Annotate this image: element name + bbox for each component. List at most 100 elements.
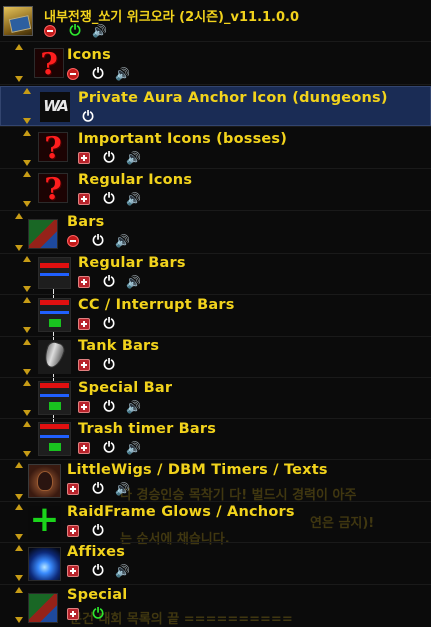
- power-icon[interactable]: ⏻: [92, 607, 104, 621]
- move-up-icon[interactable]: [23, 88, 31, 94]
- move-up-icon[interactable]: [15, 213, 23, 219]
- move-down-icon[interactable]: [15, 76, 23, 82]
- reorder-arrows[interactable]: [23, 88, 32, 124]
- power-icon[interactable]: ⏻: [103, 358, 115, 372]
- reorder-arrows[interactable]: [15, 587, 24, 623]
- speaker-icon[interactable]: 🔊: [126, 276, 141, 288]
- move-up-icon[interactable]: [23, 256, 31, 262]
- weakauras-logo-icon: WA: [40, 92, 70, 122]
- reorder-arrows[interactable]: [23, 130, 32, 166]
- speaker-icon[interactable]: 🔊: [126, 401, 141, 413]
- move-up-icon[interactable]: [15, 44, 23, 50]
- reorder-arrows[interactable]: [15, 462, 24, 500]
- speaker-icon[interactable]: 🔊: [126, 193, 141, 205]
- aura-row-raidframe-glows[interactable]: + RaidFrame Glows / Anchors ⏻: [0, 502, 431, 543]
- aura-row-special[interactable]: Special ⏻: [0, 585, 431, 626]
- power-icon[interactable]: ⏻: [92, 564, 104, 578]
- power-icon[interactable]: ⏻: [92, 234, 104, 248]
- speaker-icon[interactable]: 🔊: [115, 483, 130, 495]
- reorder-arrows[interactable]: [23, 380, 32, 416]
- move-down-icon[interactable]: [15, 575, 23, 581]
- move-up-icon[interactable]: [15, 504, 23, 510]
- aura-row-bars[interactable]: Bars ⏻ 🔊: [0, 211, 431, 254]
- expand-button[interactable]: [67, 483, 79, 495]
- expand-button[interactable]: [78, 152, 90, 164]
- reorder-arrows[interactable]: [15, 504, 24, 540]
- power-icon[interactable]: ⏻: [92, 67, 104, 81]
- power-icon[interactable]: ⏻: [103, 192, 115, 206]
- move-down-icon[interactable]: [23, 118, 31, 124]
- expand-button[interactable]: [67, 608, 79, 620]
- aura-row-regular-icons[interactable]: ? Regular Icons ⏻ 🔊: [0, 169, 431, 211]
- expand-button[interactable]: [78, 442, 90, 454]
- power-icon[interactable]: ⏻: [69, 24, 81, 38]
- aura-row-regular-bars[interactable]: Regular Bars ⏻ 🔊: [0, 254, 431, 295]
- expand-button[interactable]: [67, 565, 79, 577]
- move-down-icon[interactable]: [23, 451, 31, 457]
- move-down-icon[interactable]: [15, 494, 23, 500]
- reorder-arrows[interactable]: [23, 256, 32, 292]
- move-down-icon[interactable]: [23, 160, 31, 166]
- move-up-icon[interactable]: [15, 462, 23, 468]
- aura-row-trash-timer-bars[interactable]: Trash timer Bars ⏻ 🔊: [0, 419, 431, 460]
- speaker-icon[interactable]: 🔊: [115, 565, 130, 577]
- expand-button[interactable]: [78, 401, 90, 413]
- move-down-icon[interactable]: [23, 286, 31, 292]
- move-up-icon[interactable]: [23, 380, 31, 386]
- move-down-icon[interactable]: [23, 369, 31, 375]
- reorder-arrows[interactable]: [23, 297, 32, 333]
- reorder-arrows[interactable]: [15, 213, 24, 251]
- expand-button[interactable]: [78, 318, 90, 330]
- move-down-icon[interactable]: [23, 410, 31, 416]
- move-down-icon[interactable]: [15, 245, 23, 251]
- aura-row-icons[interactable]: ? Icons ⏻ 🔊: [0, 42, 431, 85]
- power-icon[interactable]: ⏻: [103, 400, 115, 414]
- move-down-icon[interactable]: [15, 534, 23, 540]
- move-up-icon[interactable]: [23, 297, 31, 303]
- aura-row-special-bar[interactable]: Special Bar ⏻ 🔊: [0, 378, 431, 419]
- power-icon[interactable]: ⏻: [92, 524, 104, 538]
- aura-row-important-icons[interactable]: ? Important Icons (bosses) ⏻ 🔊: [0, 128, 431, 169]
- move-down-icon[interactable]: [23, 201, 31, 207]
- expand-button[interactable]: [78, 193, 90, 205]
- move-down-icon[interactable]: [23, 327, 31, 333]
- speaker-icon[interactable]: 🔊: [115, 68, 130, 80]
- reorder-arrows[interactable]: [15, 545, 24, 581]
- aura-row-affixes[interactable]: Affixes ⏻ 🔊: [0, 543, 431, 585]
- reorder-arrows[interactable]: [23, 171, 32, 207]
- move-up-icon[interactable]: [23, 171, 31, 177]
- move-up-icon[interactable]: [15, 545, 23, 551]
- power-icon[interactable]: ⏻: [103, 441, 115, 455]
- speaker-icon[interactable]: 🔊: [115, 235, 130, 247]
- move-up-icon[interactable]: [23, 421, 31, 427]
- aura-row-cc-interrupt-bars[interactable]: CC / Interrupt Bars ⏻: [0, 295, 431, 337]
- move-up-icon[interactable]: [23, 339, 31, 345]
- power-icon[interactable]: ⏻: [103, 151, 115, 165]
- power-icon[interactable]: ⏻: [92, 482, 104, 496]
- move-down-icon[interactable]: [15, 617, 23, 623]
- reorder-arrows[interactable]: [23, 421, 32, 457]
- expand-button[interactable]: [67, 525, 79, 537]
- move-up-icon[interactable]: [23, 130, 31, 136]
- reorder-arrows[interactable]: [23, 339, 32, 375]
- power-icon[interactable]: ⏻: [82, 110, 94, 124]
- collapse-button[interactable]: [67, 235, 79, 247]
- move-up-icon[interactable]: [15, 587, 23, 593]
- aura-label: Tank Bars: [78, 338, 160, 354]
- expand-button[interactable]: [78, 276, 90, 288]
- speaker-icon[interactable]: 🔊: [126, 442, 141, 454]
- reorder-arrows[interactable]: [15, 44, 24, 82]
- expand-button[interactable]: [78, 359, 90, 371]
- aura-row-littlewigs[interactable]: LittleWigs / DBM Timers / Texts ⏻ 🔊: [0, 460, 431, 502]
- power-icon[interactable]: ⏻: [103, 275, 115, 289]
- addon-icon: [3, 6, 33, 36]
- aura-row-tank-bars[interactable]: Tank Bars ⏻: [0, 337, 431, 378]
- collapse-button[interactable]: [67, 68, 79, 80]
- speaker-icon[interactable]: 🔊: [126, 152, 141, 164]
- collapse-button[interactable]: [44, 25, 56, 37]
- aura-row-private-aura[interactable]: WA Private Aura Anchor Icon (dungeons) ⏻: [0, 86, 431, 127]
- aura-row-addon[interactable]: 내부전쟁_쏘기 위크오라 (2시즌)_v11.1.0.0 ⏻ 🔊: [0, 0, 431, 42]
- aura-label: Trash timer Bars: [78, 421, 217, 437]
- power-icon[interactable]: ⏻: [103, 317, 115, 331]
- speaker-icon[interactable]: 🔊: [92, 25, 107, 37]
